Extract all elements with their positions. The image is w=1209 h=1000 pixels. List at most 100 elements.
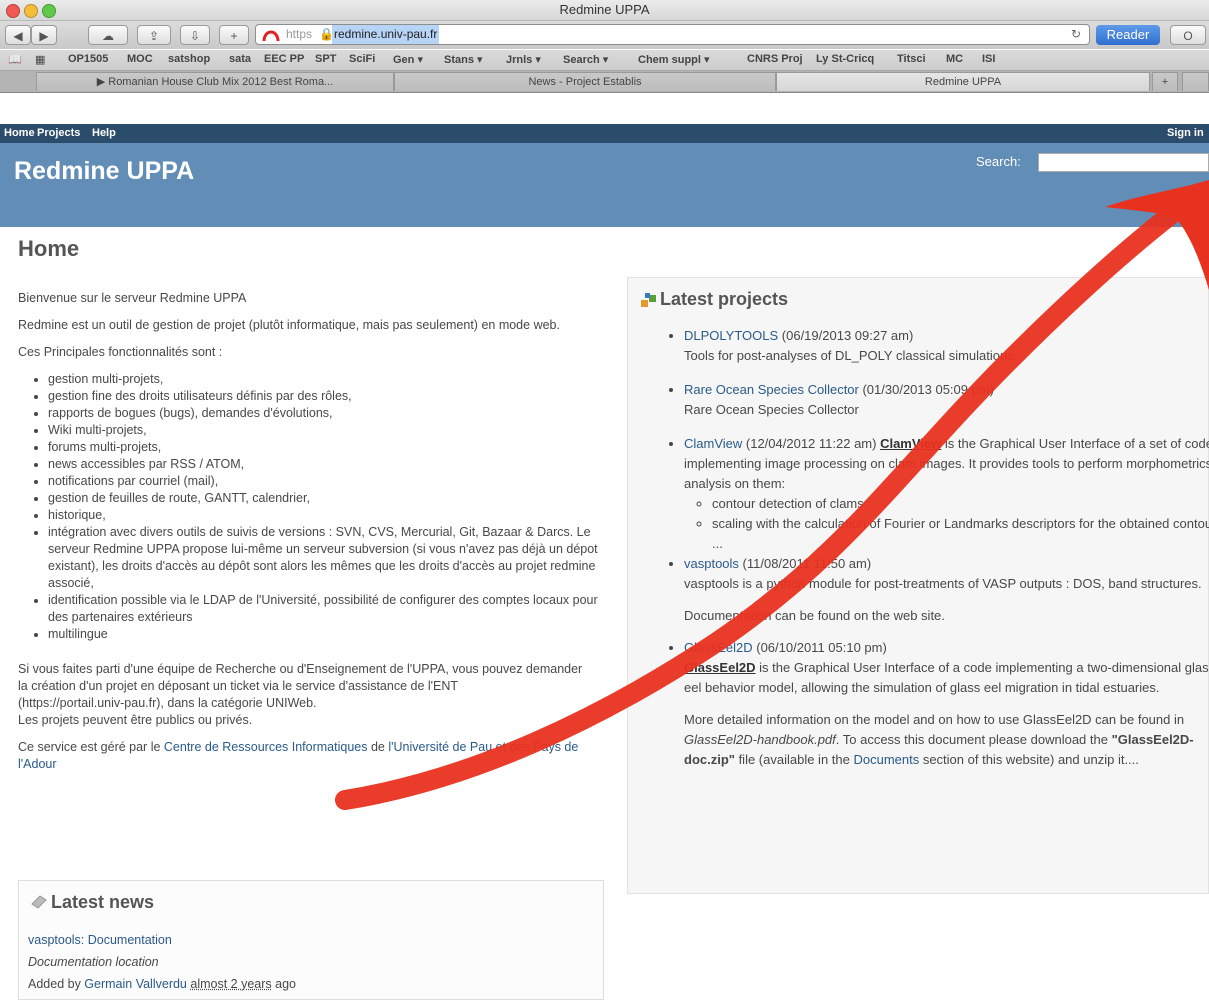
top-sites-icon[interactable]: O — [1170, 25, 1206, 45]
added-by-label: Added by — [28, 977, 85, 991]
bookmark-item[interactable]: SPT — [315, 53, 336, 65]
bookmark-item[interactable]: SciFi — [349, 53, 375, 65]
bookmark-item[interactable]: CNRS Proj — [747, 53, 803, 65]
downloads-icon[interactable]: ⇩ — [180, 25, 210, 45]
reader-button[interactable]: Reader — [1096, 25, 1160, 45]
author-link[interactable]: Germain Vallverdu — [84, 977, 187, 991]
project-link[interactable]: Rare Ocean Species Collector — [684, 382, 859, 397]
list-item: identification possible via le LDAP de l… — [48, 592, 608, 626]
intro-paragraph: Redmine est un outil de gestion de proje… — [18, 318, 560, 332]
ago-label: ago — [271, 977, 296, 991]
back-icon[interactable]: ◀ — [5, 25, 31, 45]
managed-paragraph: Ce service est géré par le Centre de Res… — [18, 739, 608, 773]
more-text: More detailed information on the model a… — [684, 712, 1185, 727]
project-date: (06/10/2011 05:10 pm) — [752, 640, 887, 655]
bookmark-item[interactable]: Search ▾ — [563, 53, 608, 66]
request-line: Les projets peuvent être publics ou priv… — [18, 713, 253, 727]
latest-projects-box: Latest projects DLPOLYTOOLS (06/19/2013 … — [627, 277, 1209, 894]
bookmarks-bar: 📖 ▦ OP1505 MOC satshop sata EEC PP SPT S… — [0, 50, 1209, 71]
cloud-tabs-icon[interactable]: ☁ — [88, 25, 128, 45]
tab-romanian-house[interactable]: ▶ Romanian House Club Mix 2012 Best Roma… — [36, 72, 394, 91]
project-link[interactable]: vasptools — [684, 556, 739, 571]
latest-news-box: Latest news vasptools: Documentation Doc… — [18, 880, 604, 1000]
bookmark-item[interactable]: Chem suppl ▾ — [638, 53, 710, 66]
time-ago[interactable]: almost 2 years — [190, 977, 271, 991]
reload-icon[interactable]: ↻ — [1071, 25, 1081, 44]
project-description: Documentation can be found on the web si… — [684, 608, 945, 623]
share-icon[interactable]: ⇪ — [137, 25, 171, 45]
cri-link[interactable]: Centre de Ressources Informatiques — [164, 740, 368, 754]
list-item: vasptools (11/08/2011 11:50 am) vasptool… — [684, 554, 1209, 626]
bookmark-item[interactable]: satshop — [168, 53, 210, 65]
top-sites-grid-icon[interactable]: ▦ — [35, 53, 45, 66]
project-link[interactable]: DLPOLYTOOLS — [684, 328, 778, 343]
project-date: (01/30/2013 05:09 pm) — [858, 382, 995, 397]
url-protocol: https — [286, 27, 313, 41]
bookmark-item[interactable]: Gen ▾ — [393, 53, 423, 66]
site-title[interactable]: Redmine UPPA — [14, 157, 194, 186]
window-titlebar: Redmine UPPA — [0, 0, 1209, 21]
bookmark-item[interactable]: Jrnls ▾ — [506, 53, 541, 66]
project-sublist: contour detection of clams; scaling with… — [684, 494, 1209, 554]
handbook-filename: GlassEel2D-handbook.pdf — [684, 732, 836, 747]
tab-bar: ▶ Romanian House Club Mix 2012 Best Roma… — [0, 71, 1209, 93]
window-title: Redmine UPPA — [559, 2, 650, 17]
list-item: contour detection of clams; — [712, 494, 1209, 514]
bookmark-item[interactable]: MC — [946, 53, 963, 65]
news-item-link[interactable]: vasptools: Documentation — [28, 933, 172, 947]
bookmark-item[interactable]: EEC PP — [264, 53, 304, 65]
tab-news[interactable]: News - Project Establis — [394, 72, 776, 91]
project-description: vasptools is a python module for post-tr… — [684, 576, 1202, 591]
project-description: Tools for post-analyses of DL_POLY class… — [684, 348, 1018, 363]
url-host: redmine.univ-pau.fr — [332, 25, 440, 44]
bookmark-item[interactable]: Stans ▾ — [444, 53, 483, 66]
list-item: forums multi-projets, — [48, 439, 608, 456]
forward-icon[interactable]: ▶ — [31, 25, 57, 45]
latest-news-heading: Latest news — [51, 892, 155, 912]
request-line: (https://portail.univ-pau.fr), dans la c… — [18, 696, 317, 710]
project-bold-name: ClamView — [880, 436, 942, 451]
sign-in-link[interactable]: Sign in — [1167, 127, 1204, 139]
address-bar[interactable]: https 🔒 redmine.univ-pau.fr ↻ — [255, 24, 1090, 45]
bookmark-item[interactable]: Ly St-Cricq — [816, 53, 874, 65]
tab-redmine-uppa[interactable]: Redmine UPPA — [776, 72, 1150, 91]
projects-icon — [641, 293, 656, 307]
project-date: (06/19/2013 09:27 am) — [778, 328, 914, 343]
bookmark-item[interactable]: sata — [229, 53, 251, 65]
bookmark-item[interactable]: Titsci — [897, 53, 926, 65]
news-item-description: Documentation location — [28, 955, 159, 969]
list-item: GlassEel2D (06/10/2011 05:10 pm) GlassEe… — [684, 638, 1209, 770]
tab-overflow[interactable] — [1182, 72, 1209, 91]
list-item: notifications par courriel (mail), — [48, 473, 608, 490]
list-item: news accessibles par RSS / ATOM, — [48, 456, 608, 473]
new-tab-button[interactable]: + — [1152, 72, 1178, 91]
project-date: (11/08/2011 11:50 am) — [738, 556, 872, 571]
project-description: Rare Ocean Species Collector — [684, 402, 859, 417]
reading-list-icon[interactable]: 📖 — [8, 53, 22, 66]
menu-projects-link[interactable]: Projects — [37, 127, 80, 139]
project-description: is the Graphical User Interface of a cod… — [684, 660, 1209, 695]
project-link[interactable]: ClamView — [684, 436, 742, 451]
bookmark-item[interactable]: OP1505 — [68, 53, 108, 65]
welcome-line: Bienvenue sur le serveur Redmine UPPA — [18, 291, 247, 305]
menu-home-link[interactable]: Home — [4, 127, 35, 139]
project-bold-name: GlassEel2D — [684, 660, 756, 675]
list-item: rapports de bogues (bugs), demandes d'év… — [48, 405, 608, 422]
list-item: multilingue — [48, 626, 608, 643]
list-item: gestion de feuilles de route, GANTT, cal… — [48, 490, 608, 507]
documents-link[interactable]: Documents — [853, 752, 919, 767]
menu-help-link[interactable]: Help — [92, 127, 116, 139]
news-icon — [31, 895, 47, 909]
project-link[interactable]: GlassEel2D — [684, 640, 753, 655]
list-item: Rare Ocean Species Collector (01/30/2013… — [684, 380, 1209, 420]
add-bookmark-icon[interactable]: + — [219, 25, 249, 45]
features-list: gestion multi-projets, gestion fine des … — [18, 371, 608, 643]
search-input[interactable] — [1038, 153, 1209, 172]
list-item: gestion fine des droits utilisateurs déf… — [48, 388, 608, 405]
managed-prefix: Ce service est géré par le — [18, 740, 164, 754]
bookmark-item[interactable]: ISI — [982, 53, 995, 65]
latest-projects-heading: Latest projects — [660, 289, 789, 309]
managed-mid: de — [367, 740, 389, 754]
bookmark-item[interactable]: MOC — [127, 53, 153, 65]
more-text: section of this website) and unzip it...… — [919, 752, 1139, 767]
